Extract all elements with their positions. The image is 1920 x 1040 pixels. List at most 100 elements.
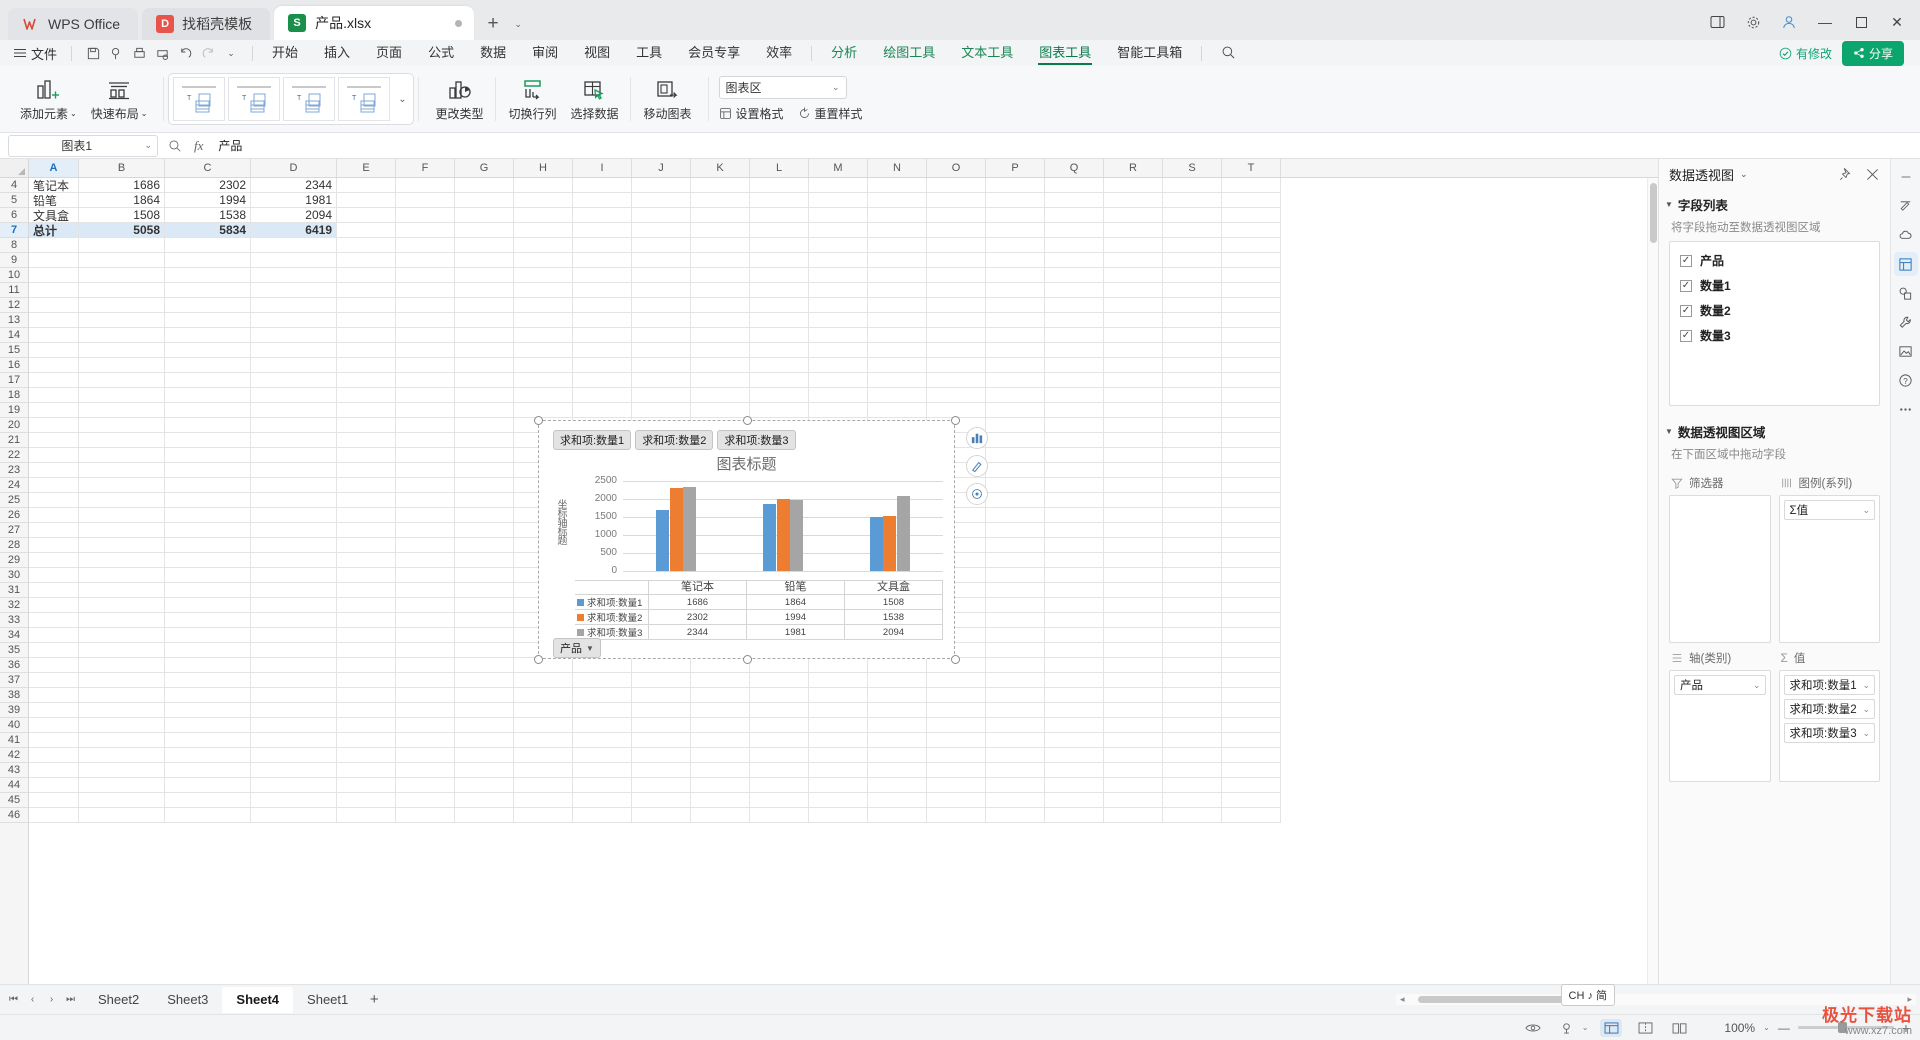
grid-cell-A8[interactable] — [29, 238, 79, 253]
grid-cell-F27[interactable] — [396, 523, 455, 538]
grid-cell-H15[interactable] — [514, 343, 573, 358]
grid-cell-F33[interactable] — [396, 613, 455, 628]
grid-cell-K10[interactable] — [691, 268, 750, 283]
select-all-corner[interactable] — [0, 159, 29, 177]
name-zoom-icon[interactable] — [168, 139, 182, 153]
account-avatar-icon[interactable] — [1772, 8, 1806, 36]
grid-cell-K44[interactable] — [691, 778, 750, 793]
grid-cell-M36[interactable] — [809, 658, 868, 673]
select-data-button[interactable]: 选择数据 — [564, 70, 624, 128]
grid-cell-S36[interactable] — [1163, 658, 1222, 673]
grid-cell-Q23[interactable] — [1045, 463, 1104, 478]
pivot-panel-icon[interactable] — [1893, 252, 1918, 276]
grid-cell-G32[interactable] — [455, 598, 514, 613]
chart-bar[interactable] — [790, 499, 803, 571]
grid-cell-M40[interactable] — [809, 718, 868, 733]
grid-cell-J43[interactable] — [632, 763, 691, 778]
grid-cell-C12[interactable] — [165, 298, 251, 313]
grid-cell-B37[interactable] — [79, 673, 165, 688]
grid-cell-C6[interactable]: 1538 — [165, 208, 251, 223]
grid-cell-F20[interactable] — [396, 418, 455, 433]
grid-cell-C32[interactable] — [165, 598, 251, 613]
grid-cell-C40[interactable] — [165, 718, 251, 733]
reset-style-button[interactable]: 重置样式 — [798, 105, 863, 122]
grid-cell-I9[interactable] — [573, 253, 632, 268]
grid-cell-P29[interactable] — [986, 553, 1045, 568]
grid-cell-M44[interactable] — [809, 778, 868, 793]
grid-cell-P42[interactable] — [986, 748, 1045, 763]
grid-cell-B27[interactable] — [79, 523, 165, 538]
values-area-dropzone[interactable]: 求和项:数量1 ⌄ 求和项:数量2 ⌄ 求和项:数量3 ⌄ — [1778, 670, 1880, 782]
grid-cell-D26[interactable] — [251, 508, 337, 523]
grid-cell-C23[interactable] — [165, 463, 251, 478]
sidebar-toggle-icon[interactable] — [1700, 8, 1734, 36]
row-header-11[interactable]: 11 — [0, 283, 28, 298]
grid-cell-A44[interactable] — [29, 778, 79, 793]
grid-cell-O12[interactable] — [927, 298, 986, 313]
grid-cell-S5[interactable] — [1163, 193, 1222, 208]
row-header-38[interactable]: 38 — [0, 688, 28, 703]
grid-cell-Q22[interactable] — [1045, 448, 1104, 463]
grid-cell-J17[interactable] — [632, 373, 691, 388]
close-button[interactable]: ✕ — [1880, 8, 1914, 36]
resize-handle-s[interactable] — [743, 655, 752, 664]
grid-cell-B38[interactable] — [79, 688, 165, 703]
grid-cell-F8[interactable] — [396, 238, 455, 253]
chart-bar[interactable] — [883, 515, 897, 571]
row-header-36[interactable]: 36 — [0, 658, 28, 673]
row-header-43[interactable]: 43 — [0, 763, 28, 778]
grid-cell-N42[interactable] — [868, 748, 927, 763]
grid-cell-N9[interactable] — [868, 253, 927, 268]
grid-cell-B7[interactable]: 5058 — [79, 223, 165, 238]
grid-cell-T20[interactable] — [1222, 418, 1281, 433]
grid-cell-R22[interactable] — [1104, 448, 1163, 463]
grid-cell-A4[interactable]: 笔记本 — [29, 178, 79, 193]
grid-cell-K11[interactable] — [691, 283, 750, 298]
grid-cell-G18[interactable] — [455, 388, 514, 403]
grid-cell-H5[interactable] — [514, 193, 573, 208]
grid-cell-P41[interactable] — [986, 733, 1045, 748]
grid-cell-D40[interactable] — [251, 718, 337, 733]
grid-cell-G16[interactable] — [455, 358, 514, 373]
grid-cell-C17[interactable] — [165, 373, 251, 388]
grid-cell-S7[interactable] — [1163, 223, 1222, 238]
grid-cell-E20[interactable] — [337, 418, 396, 433]
grid-cell-N16[interactable] — [868, 358, 927, 373]
grid-cell-R38[interactable] — [1104, 688, 1163, 703]
sheet-tab-sheet2[interactable]: Sheet2 — [84, 987, 153, 1013]
grid-cell-C7[interactable]: 5834 — [165, 223, 251, 238]
column-header-t[interactable]: T — [1222, 159, 1281, 177]
grid-cell-A40[interactable] — [29, 718, 79, 733]
grid-cell-J19[interactable] — [632, 403, 691, 418]
grid-cell-C24[interactable] — [165, 478, 251, 493]
grid-cell-Q9[interactable] — [1045, 253, 1104, 268]
page-setup-icon[interactable] — [1556, 1019, 1578, 1037]
grid-cell-F30[interactable] — [396, 568, 455, 583]
grid-cell-P21[interactable] — [986, 433, 1045, 448]
grid-cell-Q14[interactable] — [1045, 328, 1104, 343]
grid-cell-P37[interactable] — [986, 673, 1045, 688]
grid-cell-T9[interactable] — [1222, 253, 1281, 268]
grid-cell-A45[interactable] — [29, 793, 79, 808]
grid-cell-F7[interactable] — [396, 223, 455, 238]
grid-cell-E16[interactable] — [337, 358, 396, 373]
grid-cell-R6[interactable] — [1104, 208, 1163, 223]
grid-cell-B18[interactable] — [79, 388, 165, 403]
grid-cell-E34[interactable] — [337, 628, 396, 643]
grid-cell-T30[interactable] — [1222, 568, 1281, 583]
grid-cell-C10[interactable] — [165, 268, 251, 283]
grid-cell-D42[interactable] — [251, 748, 337, 763]
grid-cell-E14[interactable] — [337, 328, 396, 343]
grid-cell-L39[interactable] — [750, 703, 809, 718]
grid-cell-F34[interactable] — [396, 628, 455, 643]
grid-cell-E43[interactable] — [337, 763, 396, 778]
grid-cell-A46[interactable] — [29, 808, 79, 823]
grid-cell-H36[interactable] — [514, 658, 573, 673]
grid-cell-F46[interactable] — [396, 808, 455, 823]
tab-text-tools[interactable]: 文本工具 — [948, 40, 1026, 66]
add-chart-element-button[interactable]: 添加元素 ⌄ — [14, 70, 83, 128]
grid-cell-L45[interactable] — [750, 793, 809, 808]
row-header-20[interactable]: 20 — [0, 418, 28, 433]
grid-cell-D22[interactable] — [251, 448, 337, 463]
grid-cell-H45[interactable] — [514, 793, 573, 808]
